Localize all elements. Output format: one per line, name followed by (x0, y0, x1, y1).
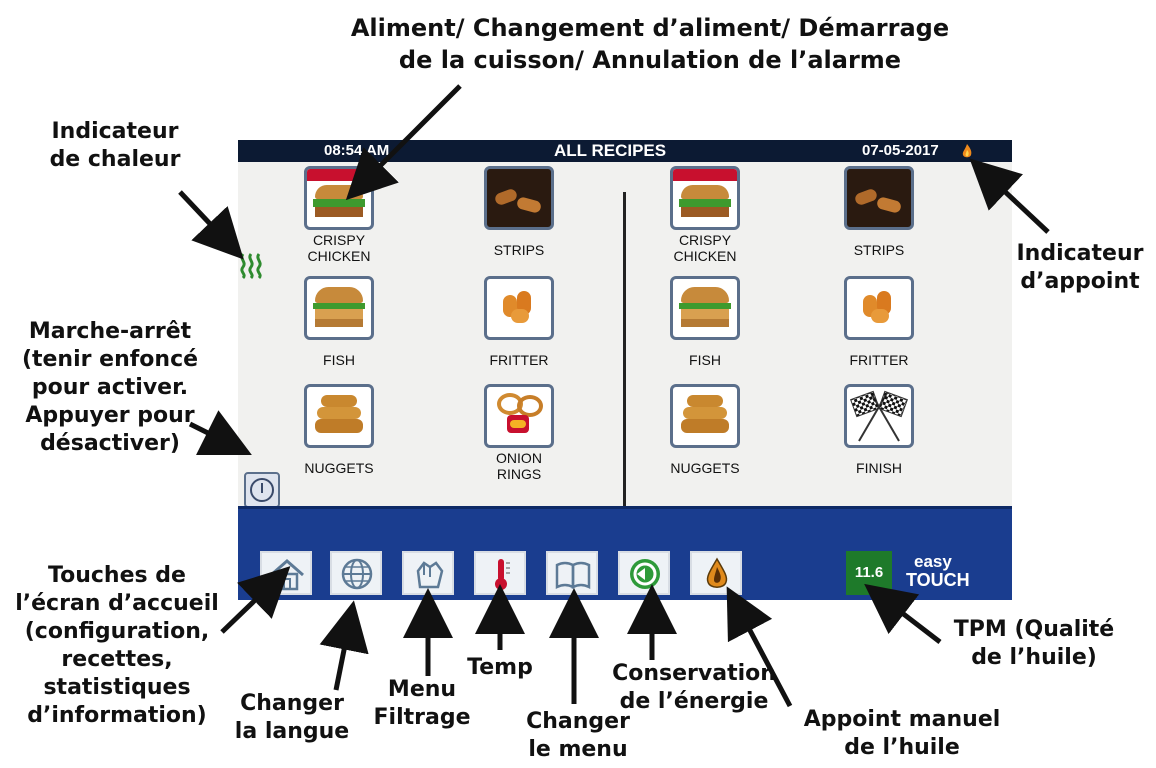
recipe-left-fritter[interactable]: FRITTER (454, 276, 584, 368)
power-icon (250, 478, 274, 502)
recipe-label: ONION RINGS (496, 450, 542, 482)
filter-hand-icon (416, 561, 444, 589)
home-button[interactable] (260, 551, 312, 595)
language-button[interactable] (330, 551, 382, 595)
recipe-right-fish[interactable]: FISH (640, 276, 770, 368)
annotation-topoff-indicator: Indicateur d’appoint (1016, 241, 1144, 294)
checkered-flags-icon (844, 384, 914, 448)
recipe-label: STRIPS (853, 242, 905, 258)
recipe-left-onion-rings[interactable]: ONION RINGS (454, 384, 584, 482)
recipe-label: FISH (689, 352, 721, 368)
onion-rings-icon (484, 384, 554, 448)
fryer-screen: 08:54 AM ALL RECIPES 07-05-2017 CRISPY C… (238, 140, 1012, 600)
burger-icon (304, 166, 374, 230)
clock-time: 08:54 AM (324, 142, 390, 159)
recipe-label: FINISH (856, 460, 902, 476)
filter-menu-button[interactable] (402, 551, 454, 595)
recipe-right-fritter[interactable]: FRITTER (814, 276, 944, 368)
energy-saving-button[interactable] (618, 551, 670, 595)
annotation-home-keys: Touches de l’écran d’accueil (configurat… (15, 563, 219, 728)
recipe-label: FRITTER (849, 352, 909, 368)
home-icon (270, 559, 304, 591)
fish-sandwich-icon (304, 276, 374, 340)
recipe-label: NUGGETS (304, 460, 374, 476)
recipe-area: CRISPY CHICKEN STRIPS FISH FRITTER NUGGE… (238, 162, 1012, 522)
nuggets-icon (670, 384, 740, 448)
recipe-left-strips[interactable]: STRIPS (454, 166, 584, 258)
split-vat-divider (623, 192, 626, 522)
oil-drop-icon (706, 557, 728, 588)
globe-icon (341, 558, 373, 590)
fritter-icon (484, 276, 554, 340)
fish-sandwich-icon (670, 276, 740, 340)
change-menu-button[interactable] (546, 551, 598, 595)
annotation-food-selection: Aliment/ Changement d’aliment/ Démarrage… (350, 14, 950, 74)
easytouch-logo: easy TOUCH (906, 552, 970, 590)
recipe-label: FRITTER (489, 352, 549, 368)
annotation-language: Changer la langue (234, 691, 350, 744)
annotation-heat-indicator: Indicateur de chaleur (49, 119, 181, 172)
strips-icon (844, 166, 914, 230)
recipe-label: STRIPS (493, 242, 545, 258)
recipe-label: CRISPY CHICKEN (673, 232, 737, 264)
recipe-left-crispy-chicken[interactable]: CRISPY CHICKEN (274, 166, 404, 264)
annotation-tpm: TPM (Qualité de l’huile) (953, 617, 1115, 670)
recipe-left-nuggets[interactable]: NUGGETS (274, 384, 404, 476)
recipe-right-finish[interactable]: FINISH (814, 384, 944, 476)
annotation-power: Marche-arrêt (tenir enfoncé pour activer… (21, 319, 199, 456)
annotation-energy: Conservation de l’énergie (612, 661, 776, 714)
recipe-left-fish[interactable]: FISH (274, 276, 404, 368)
annotation-manual-oil: Appoint manuel de l’huile (803, 707, 1001, 760)
energy-icon (630, 559, 660, 589)
recipe-label: NUGGETS (670, 460, 740, 476)
heat-indicator-icon (240, 253, 262, 280)
date: 07-05-2017 (862, 142, 939, 159)
temperature-button[interactable] (474, 551, 526, 595)
screen-title: ALL RECIPES (554, 141, 667, 160)
annotation-change-menu: Changer le menu (526, 709, 630, 762)
recipe-label: CRISPY CHICKEN (307, 232, 371, 264)
recipe-right-crispy-chicken[interactable]: CRISPY CHICKEN (640, 166, 770, 264)
top-status-bar: 08:54 AM ALL RECIPES 07-05-2017 (238, 140, 1012, 162)
recipe-right-nuggets[interactable]: NUGGETS (640, 384, 770, 476)
thermometer-icon (495, 559, 510, 590)
annotation-filter: Menu Filtrage (373, 677, 471, 730)
annotation-temp: Temp (467, 655, 533, 680)
bottom-navigation-bar: 11.6 easy TOUCH (238, 506, 1012, 600)
book-icon (555, 561, 591, 590)
strips-icon (484, 166, 554, 230)
fritter-icon (844, 276, 914, 340)
power-button[interactable] (244, 472, 280, 508)
recipe-label: FISH (323, 352, 355, 368)
recipe-right-strips[interactable]: STRIPS (814, 166, 944, 258)
tpm-oil-quality-display[interactable]: 11.6 (846, 551, 892, 595)
burger-icon (670, 166, 740, 230)
manual-oil-topoff-button[interactable] (690, 551, 742, 595)
nuggets-icon (304, 384, 374, 448)
topoff-flame-icon (962, 144, 972, 158)
